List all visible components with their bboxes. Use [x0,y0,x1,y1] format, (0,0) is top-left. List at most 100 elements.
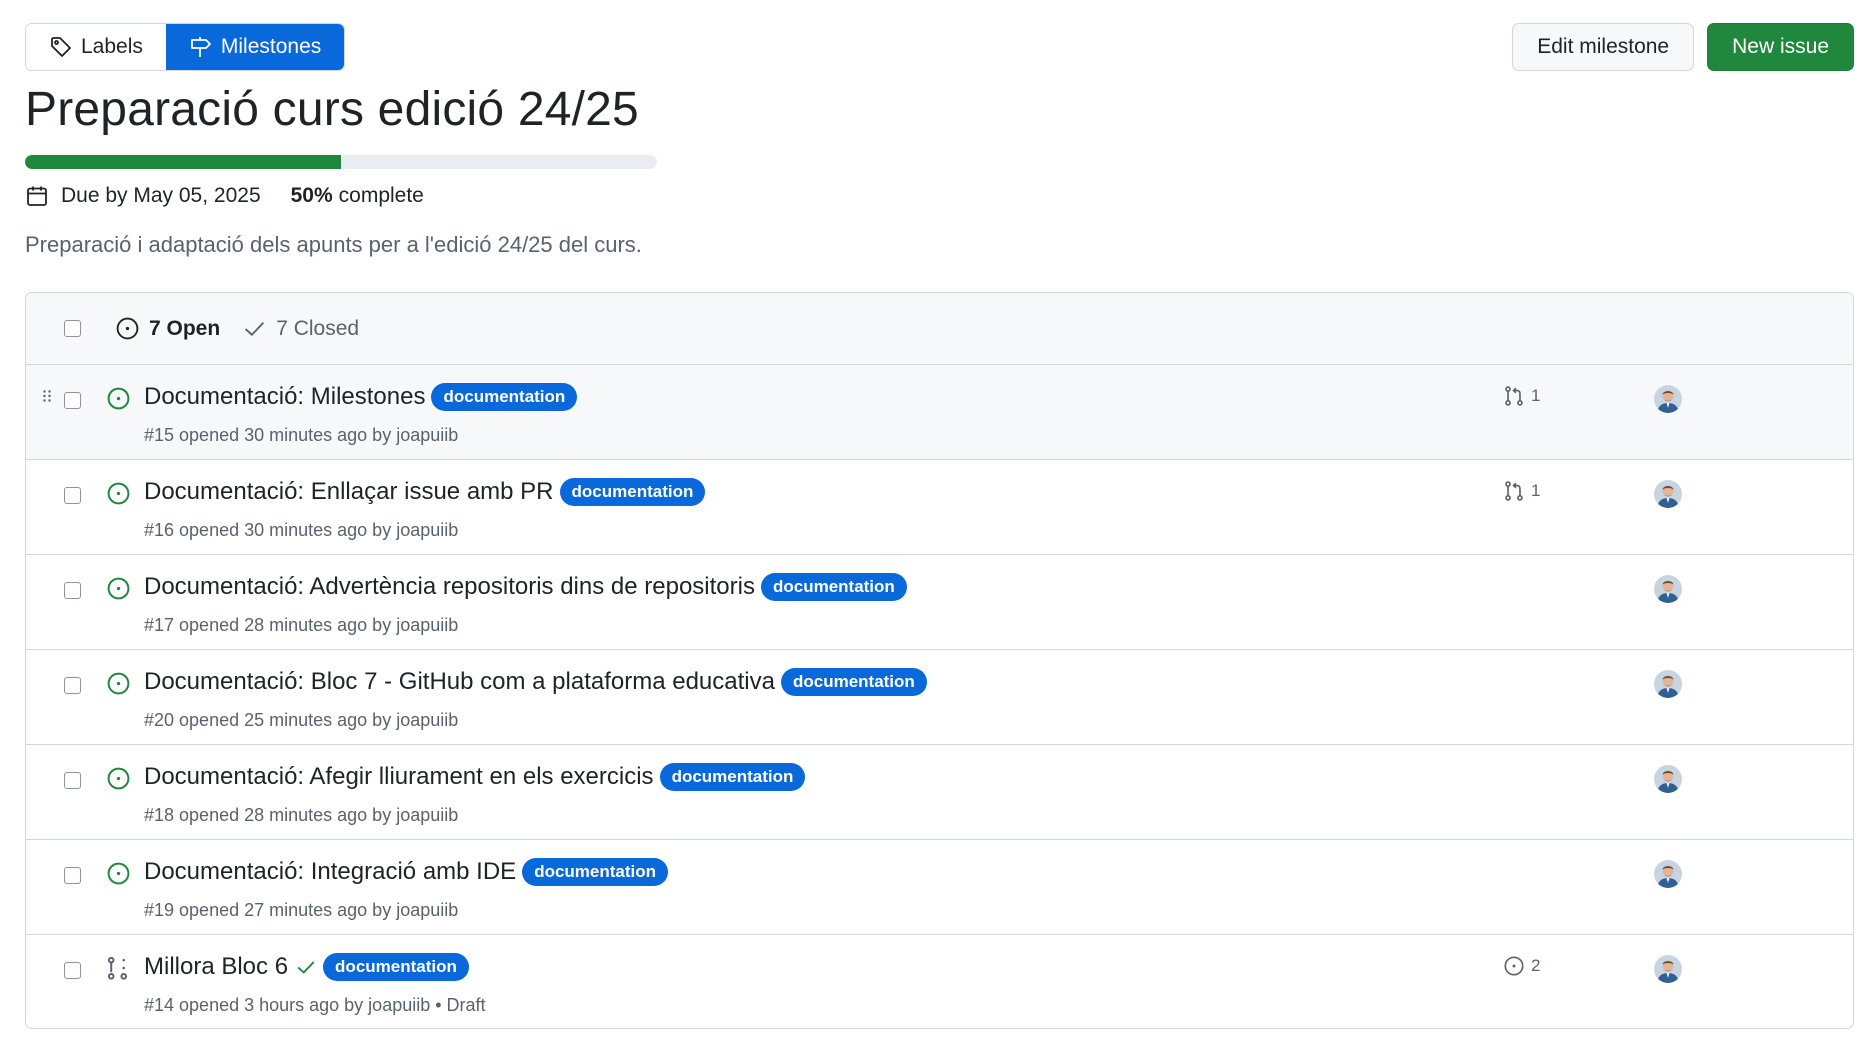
issue-row[interactable]: Documentació: Advertència repositoris di… [26,555,1853,650]
issue-row[interactable]: Documentació: Afegir lliurament en els e… [26,745,1853,840]
assignee-avatar[interactable] [1654,860,1682,888]
avatar-image [1654,765,1682,793]
label-documentation[interactable]: documentation [522,858,669,886]
issue-open-icon [107,482,130,505]
checks-passed-icon[interactable] [295,956,317,978]
label-documentation[interactable]: documentation [659,763,806,791]
milestone-icon [190,37,211,57]
issue-open-icon [107,577,130,600]
assignee-avatar[interactable] [1654,765,1682,793]
milestones-tab[interactable]: Milestones [165,24,345,70]
linked-count: 1 [1531,386,1541,405]
issue-meta: #18 opened 28 minutes ago by joapuiib [144,805,459,825]
issue-title-link[interactable]: Documentació: Milestones [144,383,425,411]
closed-issues-filter[interactable]: 7 Closed [242,316,359,341]
top-toolbar: Labels Milestones Edit milestone New iss… [25,23,1854,71]
assignee-avatar[interactable] [1654,385,1682,413]
issue-checkbox[interactable] [64,962,81,979]
milestone-actions: Edit milestone New issue [1512,23,1854,71]
assignee-avatar[interactable] [1654,575,1682,603]
issue-meta: #16 opened 30 minutes ago by joapuiib [144,520,459,540]
labels-milestones-switch: Labels Milestones [25,23,346,71]
issue-title-link[interactable]: Documentació: Bloc 7 - GitHub com a plat… [144,668,775,696]
new-issue-button[interactable]: New issue [1707,23,1854,71]
calendar-icon [27,186,47,206]
issue-title-link[interactable]: Documentació: Integració amb IDE [144,858,516,886]
issue-open-icon [107,767,130,790]
assignee-avatar[interactable] [1654,955,1682,983]
issue-open-icon [107,862,130,885]
draft-pull-request-icon [107,956,127,980]
issue-title-link[interactable]: Documentació: Advertència repositoris di… [144,573,755,601]
open-issues-filter[interactable]: 7 Open [115,316,220,341]
edit-milestone-button[interactable]: Edit milestone [1512,23,1695,71]
due-date: Due by May 05, 2025 [61,184,261,207]
issue-meta: #19 opened 27 minutes ago by joapuiib [144,900,459,920]
avatar-image [1654,955,1682,983]
issue-title-link[interactable]: Documentació: Enllaçar issue amb PR [144,478,554,506]
issue-row[interactable]: Documentació: Milestones documentation #… [26,365,1853,460]
tag-icon [51,37,71,57]
check-icon [245,322,264,336]
closed-count: 7 Closed [276,316,360,340]
issue-open-icon [107,672,130,695]
avatar-image [1654,480,1682,508]
issue-checkbox[interactable] [64,772,81,789]
assignee-avatar[interactable] [1654,670,1682,698]
pull-request-icon [1505,481,1523,501]
issue-checkbox[interactable] [64,487,81,504]
labels-tab-label: Labels [81,35,143,58]
linked-count: 2 [1531,956,1541,975]
issue-open-icon [107,387,130,410]
linked-items[interactable]: 1 [1503,385,1540,407]
issue-title-line: Documentació: Afegir lliurament en els e… [144,763,806,791]
issue-open-icon [116,317,139,340]
assignee-avatar[interactable] [1654,480,1682,508]
issue-checkbox[interactable] [64,867,81,884]
linked-items[interactable]: 1 [1503,480,1540,502]
issue-checkbox[interactable] [64,677,81,694]
issue-row[interactable]: Documentació: Enllaçar issue amb PR docu… [26,460,1853,555]
issue-checkbox[interactable] [64,582,81,599]
milestones-tab-label: Milestones [220,35,322,58]
issue-meta: #20 opened 25 minutes ago by joapuiib [144,710,459,730]
label-documentation[interactable]: documentation [323,953,469,981]
label-documentation[interactable]: documentation [780,668,927,696]
issue-row[interactable]: Documentació: Bloc 7 - GitHub com a plat… [26,650,1853,745]
issue-icon [1504,956,1524,976]
milestone-title: Preparació curs edició 24/25 [25,83,639,136]
issues-list-header: 7 Open 7 Closed [26,293,1853,365]
completion-label: complete [338,184,424,207]
issue-title-link[interactable]: Documentació: Afegir lliurament en els e… [144,763,654,791]
issue-title-line: Documentació: Enllaçar issue amb PR docu… [144,478,706,506]
label-documentation[interactable]: documentation [431,383,578,411]
pull-request-icon [1505,386,1523,406]
issue-title-line: Documentació: Milestones documentation [144,383,578,411]
avatar-image [1654,670,1682,698]
labels-tab[interactable]: Labels [26,24,166,70]
avatar-image [1654,860,1682,888]
issue-title-line: Documentació: Advertència repositoris di… [144,573,907,601]
issue-row[interactable]: Documentació: Integració amb IDE documen… [26,840,1853,935]
label-documentation[interactable]: documentation [760,573,907,601]
issue-title-link[interactable]: Millora Bloc 6 [144,953,288,981]
issue-meta: #17 opened 28 minutes ago by joapuiib [144,615,459,635]
issue-title-line: Documentació: Bloc 7 - GitHub com a plat… [144,668,927,696]
issue-checkbox[interactable] [64,392,81,409]
open-count: 7 Open [149,316,221,340]
completion-percent: 50% [290,184,333,207]
drag-handle-icon[interactable] [42,389,52,403]
milestone-progress-bar [25,155,657,169]
milestone-meta: Due by May 05, 2025 50% complete [25,184,424,208]
label-documentation[interactable]: documentation [559,478,706,506]
progress-bar-fill [25,155,341,169]
issue-meta: #15 opened 30 minutes ago by joapuiib [144,425,459,445]
issue-title-line: Documentació: Integració amb IDE documen… [144,858,669,886]
milestone-description: Preparació i adaptació dels apunts per a… [25,232,642,257]
issues-rows: Documentació: Milestones documentation #… [26,365,1853,1028]
issue-row[interactable]: Millora Bloc 6 documentation #14 opened … [26,935,1853,1028]
linked-items[interactable]: 2 [1503,955,1540,977]
issues-list: 7 Open 7 Closed Documentació: Milestones… [25,292,1854,1029]
avatar-image [1654,385,1682,413]
select-all-checkbox[interactable] [64,320,81,337]
